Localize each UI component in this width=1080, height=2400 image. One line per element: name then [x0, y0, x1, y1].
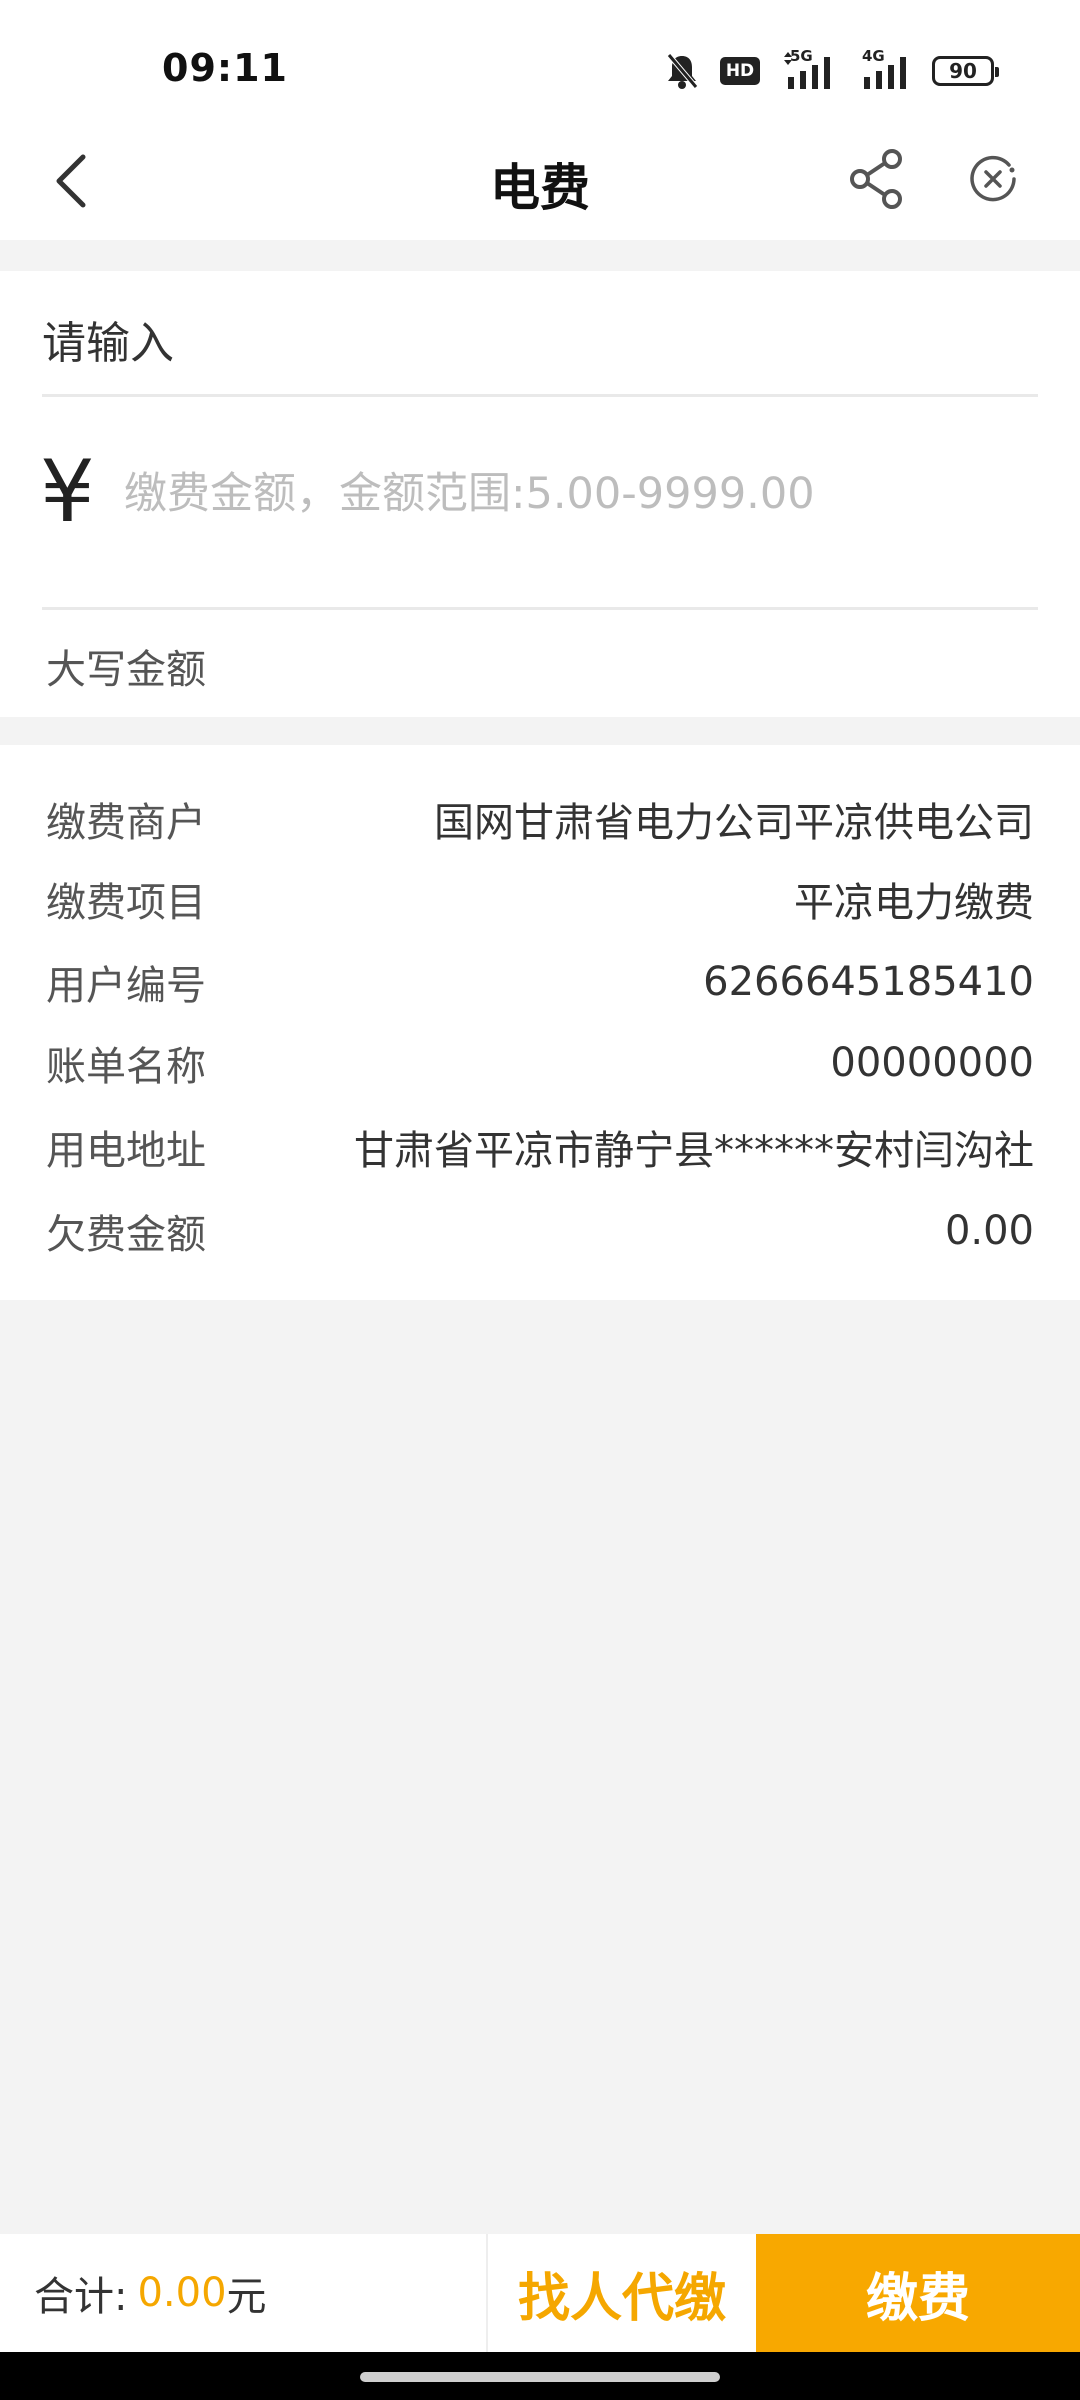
info-label: 用电地址 — [46, 1128, 206, 1174]
info-row-bill-name: 账单名称 00000000 — [46, 1033, 1034, 1093]
info-label: 账单名称 — [46, 1044, 206, 1090]
divider — [42, 607, 1038, 610]
info-label: 欠费金额 — [46, 1212, 206, 1258]
bill-info-card: 缴费商户 国网甘肃省电力公司平凉供电公司 缴费项目 平凉电力缴费 用户编号 62… — [0, 745, 1080, 1300]
status-icons: HD 5G 4G 90 — [664, 47, 1000, 92]
yen-icon: ¥ — [40, 442, 95, 542]
page-title: 电费 — [490, 159, 590, 217]
total-unit: 元 — [226, 2274, 267, 2320]
hd-label: HD — [725, 61, 755, 81]
divider — [42, 394, 1038, 397]
home-indicator[interactable] — [360, 2372, 720, 2382]
amount-input[interactable] — [124, 449, 1038, 539]
gesture-bar — [0, 2352, 1080, 2400]
signal-5g-icon: 5G — [780, 47, 842, 91]
close-button[interactable] — [958, 144, 1028, 214]
info-label: 缴费商户 — [46, 800, 206, 846]
battery-level: 90 — [949, 59, 977, 83]
info-row-item: 缴费项目 平凉电力缴费 — [46, 869, 1034, 929]
proxy-pay-button[interactable]: 找人代缴 — [488, 2234, 756, 2352]
total-summary: 合计: 0.00 元 — [34, 2234, 267, 2352]
total-label: 合计: — [34, 2274, 128, 2320]
share-icon — [850, 149, 902, 209]
payment-input-card: ¥ 大写金额 — [0, 271, 1080, 717]
status-bar: 09:11 HD 5G 4G 90 — [0, 0, 1080, 120]
info-row-arrears: 欠费金额 0.00 — [46, 1201, 1034, 1261]
nav-bar: 电费 — [0, 120, 1080, 240]
bell-muted-icon — [664, 52, 700, 90]
hd-icon: HD — [720, 57, 760, 85]
info-value: 0.00 — [944, 1208, 1034, 1254]
share-button[interactable] — [842, 144, 912, 214]
info-label: 缴费项目 — [46, 880, 206, 926]
status-time: 09:11 — [162, 46, 288, 90]
info-label: 用户编号 — [46, 963, 206, 1009]
total-amount: 0.00 — [137, 2270, 227, 2316]
info-row-merchant: 缴费商户 国网甘肃省电力公司平凉供电公司 — [46, 789, 1034, 849]
info-row-user-number: 用户编号 6266645185410 — [46, 952, 1034, 1012]
info-row-address: 用电地址 甘肃省平凉市静宁县******安村闫沟社 — [46, 1117, 1034, 1177]
bottom-action-bar: 合计: 0.00 元 找人代缴 缴费 — [0, 2234, 1080, 2352]
signal-4g-icon: 4G — [862, 47, 912, 91]
info-value: 平凉电力缴费 — [794, 880, 1034, 926]
account-input[interactable] — [42, 293, 1038, 393]
info-value: 6266645185410 — [703, 959, 1034, 1005]
battery-icon: 90 — [932, 56, 999, 86]
pay-button[interactable]: 缴费 — [756, 2234, 1080, 2352]
info-value: 甘肃省平凉市静宁县******安村闫沟社 — [354, 1128, 1034, 1174]
uppercase-amount-label: 大写金额 — [46, 647, 206, 693]
close-circle-icon — [970, 155, 1016, 202]
info-value: 00000000 — [830, 1040, 1034, 1086]
info-value: 国网甘肃省电力公司平凉供电公司 — [434, 800, 1034, 846]
